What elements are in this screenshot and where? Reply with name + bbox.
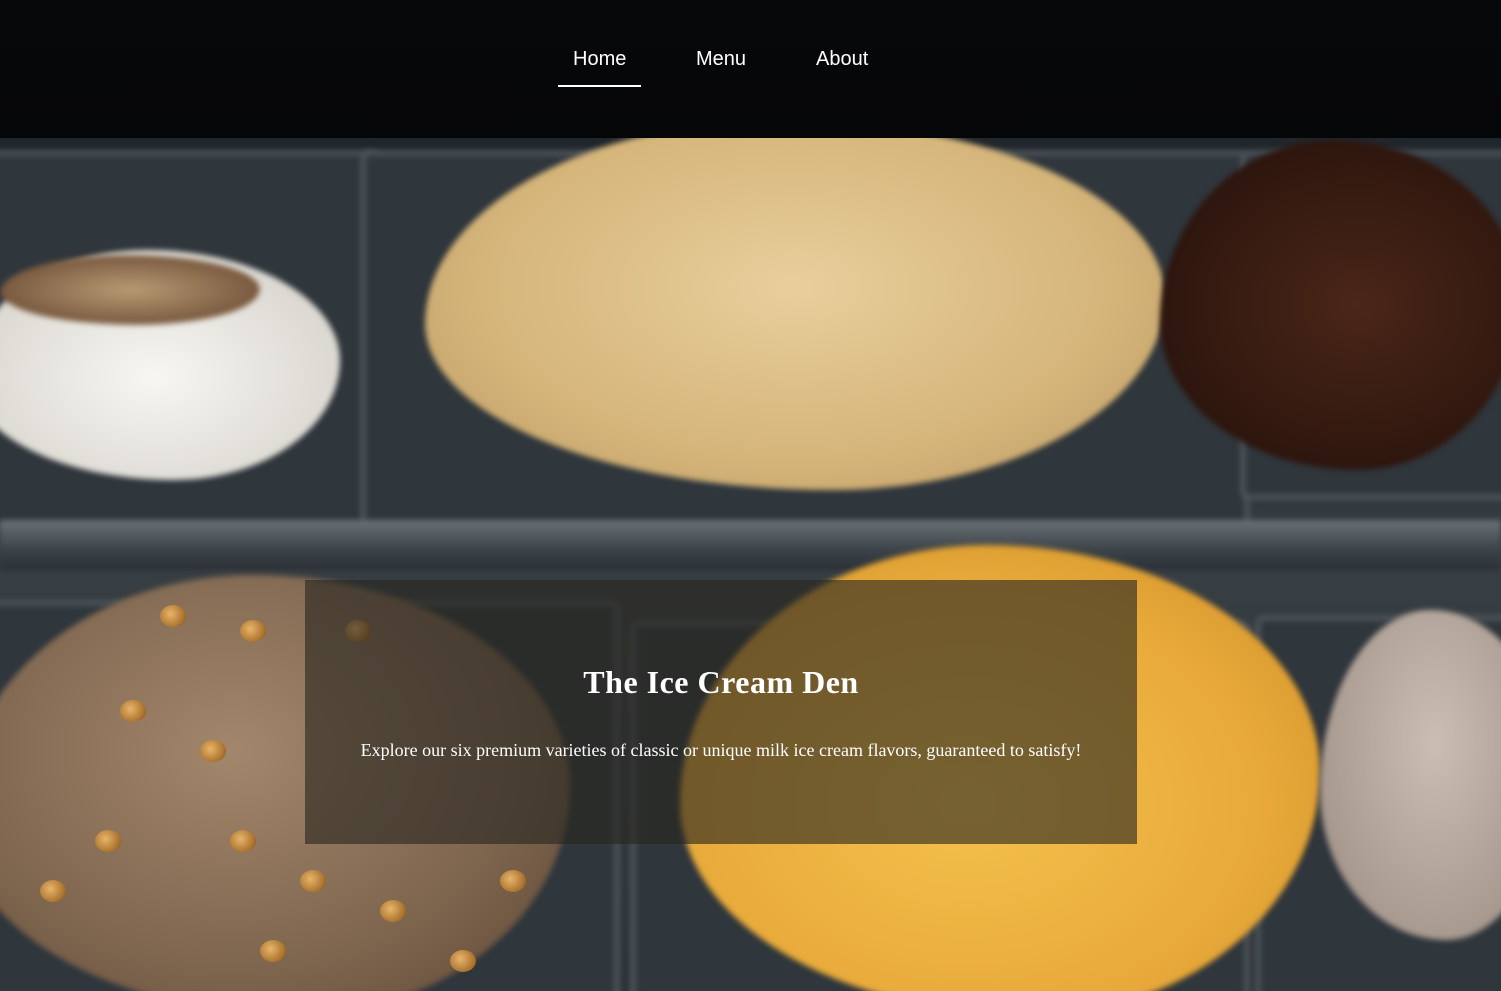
nav-link-about[interactable]: About (816, 44, 868, 74)
hero-title: The Ice Cream Den (583, 664, 859, 700)
hero-card: The Ice Cream Den Explore our six premiu… (305, 580, 1137, 844)
nav-link-home[interactable]: Home (557, 44, 642, 87)
hero-subtitle: Explore our six premium varieties of cla… (360, 740, 1082, 760)
nav-link-menu[interactable]: Menu (696, 44, 746, 74)
main-nav: Home Menu About (0, 0, 1501, 138)
